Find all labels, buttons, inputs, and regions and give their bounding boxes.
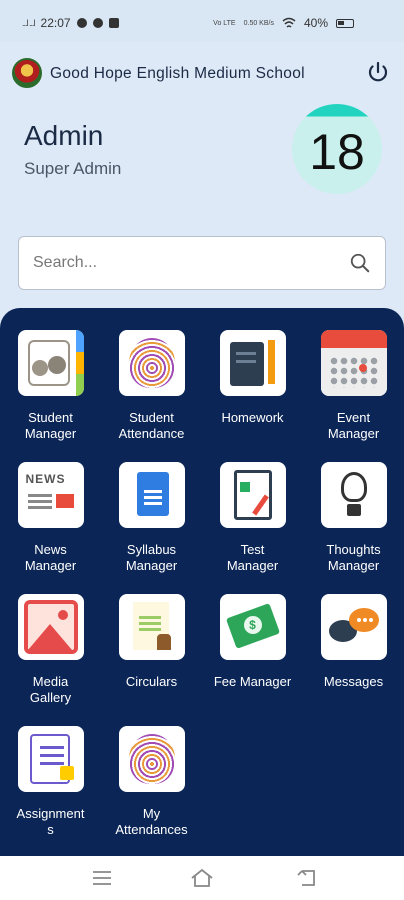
app-header: Good Hope English Medium School: [0, 52, 404, 92]
tile-label: Circulars: [125, 674, 178, 689]
lightbulb-icon: [320, 462, 387, 528]
tile-label: Homework: [221, 410, 284, 425]
battery-percent: 40%: [303, 16, 328, 30]
calendar-icon: [320, 330, 387, 396]
tile-label: Fee Manager: [213, 674, 292, 689]
tile-test-manager[interactable]: Test Manager: [202, 462, 303, 574]
app-notification-icon: [92, 18, 103, 28]
money-icon: $: [219, 594, 286, 660]
tile-label: Assignment s: [16, 806, 85, 837]
tile-label: Event Manager: [327, 410, 380, 441]
contacts-book-icon: [17, 330, 84, 396]
tile-event-manager[interactable]: Event Manager: [303, 330, 404, 442]
battery-icon: [336, 18, 354, 28]
tile-label: Media Gallery: [29, 674, 72, 705]
tile-my-attendances[interactable]: My Attendances: [101, 726, 202, 838]
notification-icon: [76, 18, 87, 28]
home-icon[interactable]: [190, 866, 214, 890]
checklist-icon: [17, 726, 84, 792]
tile-thoughts-manager[interactable]: Thoughts Manager: [303, 462, 404, 574]
search-input[interactable]: [33, 249, 333, 277]
menu-icon[interactable]: [90, 866, 114, 890]
fingerprint-icon: [118, 330, 185, 396]
wifi-icon: [282, 17, 296, 28]
system-nav-bar: [0, 856, 404, 900]
school-name: Good Hope English Medium School: [50, 65, 305, 82]
search-icon[interactable]: [349, 252, 371, 274]
menu-panel: Student Manager Student Attendance Homew…: [0, 308, 404, 856]
tile-label: Messages: [323, 674, 384, 689]
image-gallery-icon: [17, 594, 84, 660]
newspaper-icon: NEWS: [17, 462, 84, 528]
tile-label: Syllabus Manager: [125, 542, 178, 573]
count-value: 18: [309, 124, 365, 180]
tile-label: Thoughts Manager: [326, 542, 381, 573]
tile-assignments[interactable]: Assignment s: [0, 726, 101, 838]
gallery-notification-icon: [108, 18, 119, 28]
tile-student-manager[interactable]: Student Manager: [0, 330, 101, 442]
chat-bubbles-icon: [320, 594, 387, 660]
volte-label: Vo LTE: [213, 19, 236, 27]
tile-homework[interactable]: Homework: [202, 330, 303, 426]
tile-media-gallery[interactable]: Media Gallery: [0, 594, 101, 706]
status-time: 22:07: [40, 16, 71, 30]
tile-fee-manager[interactable]: $ Fee Manager: [202, 594, 303, 690]
school-crest-icon: [12, 58, 42, 88]
back-icon[interactable]: [296, 866, 320, 890]
search-box[interactable]: [18, 236, 386, 290]
tile-label: News Manager: [24, 542, 77, 573]
tile-circulars[interactable]: Circulars: [101, 594, 202, 690]
data-speed-label: 0.50 KB/s: [243, 19, 274, 27]
document-icon: [118, 462, 185, 528]
tile-messages[interactable]: Messages: [303, 594, 404, 690]
tile-news-manager[interactable]: NEWS News Manager: [0, 462, 101, 574]
tile-student-attendance[interactable]: Student Attendance: [101, 330, 202, 442]
tile-label: Student Manager: [24, 410, 77, 441]
certificate-icon: [118, 594, 185, 660]
count-badge: 18: [292, 104, 382, 194]
signal-icon: ...l ...l: [22, 18, 35, 28]
tile-label: My Attendances: [115, 806, 188, 837]
clipboard-icon: [219, 462, 286, 528]
tile-label: Test Manager: [226, 542, 279, 573]
power-icon[interactable]: [366, 61, 390, 85]
status-bar: ...l ...l 22:07 Vo LTE 0.50 KB/s 40%: [0, 0, 404, 42]
admin-role: Super Admin: [24, 159, 122, 178]
fingerprint-icon: [118, 726, 185, 792]
tile-label: Student Attendance: [118, 410, 185, 441]
admin-name: Admin: [24, 120, 104, 151]
tile-syllabus-manager[interactable]: Syllabus Manager: [101, 462, 202, 574]
notebook-pencil-icon: [219, 330, 286, 396]
